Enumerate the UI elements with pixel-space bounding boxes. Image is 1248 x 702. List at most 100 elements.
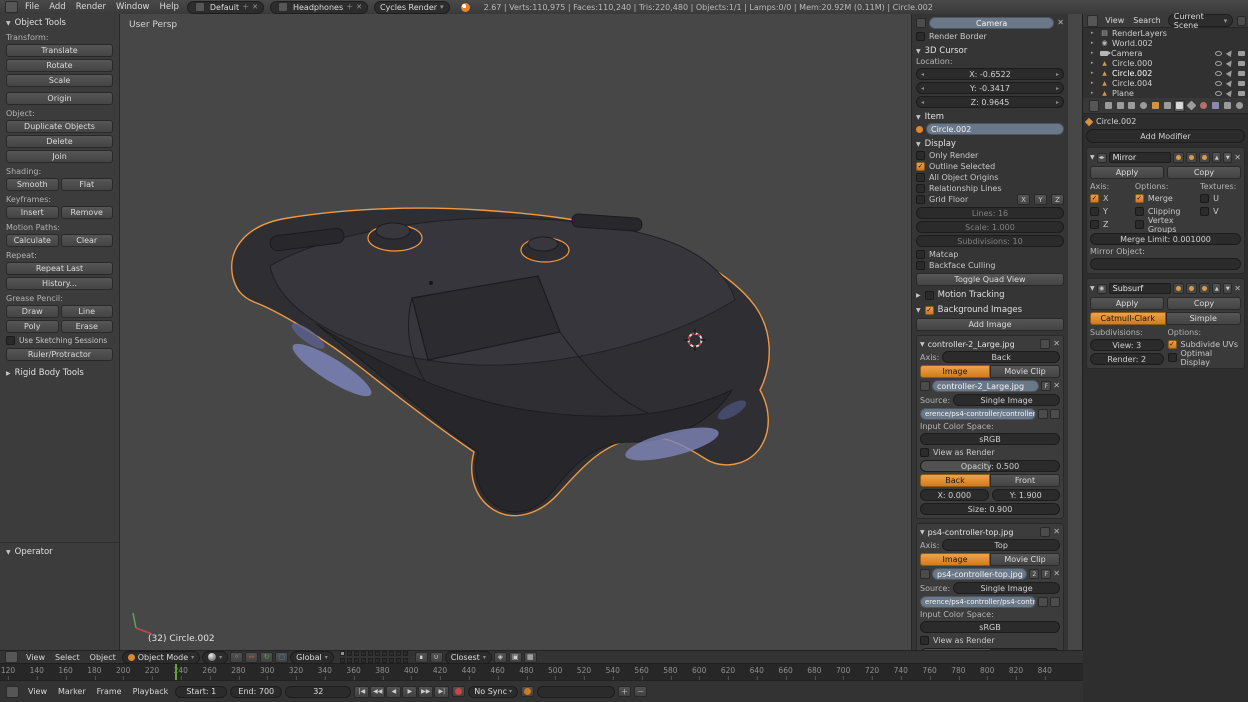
- checkbox-icon[interactable]: [925, 291, 934, 300]
- selectability-cursor-icon[interactable]: [1226, 89, 1234, 97]
- filter-icon[interactable]: [1237, 16, 1246, 26]
- menu-help[interactable]: Help: [154, 0, 183, 14]
- layer-toggle[interactable]: [396, 658, 401, 663]
- checkbox-icon[interactable]: [916, 250, 925, 259]
- ruler-protractor-button[interactable]: Ruler/Protractor: [6, 348, 113, 361]
- move-up-icon[interactable]: ▲: [1212, 283, 1221, 294]
- view-subdivisions-field[interactable]: View: 3: [1090, 339, 1164, 351]
- render-border-row[interactable]: Render Border: [916, 31, 1064, 42]
- timeline-marker-menu[interactable]: Marker: [54, 685, 90, 699]
- timeline-playback-menu[interactable]: Playback: [129, 685, 173, 699]
- layer-toggle[interactable]: [361, 651, 366, 656]
- delete-button[interactable]: Delete: [6, 135, 113, 148]
- layer-toggle[interactable]: [403, 651, 408, 656]
- checkbox-icon[interactable]: [916, 184, 925, 193]
- viewport-3d[interactable]: User Persp (32) Circle.002 Camera ✕ Rend…: [120, 14, 1082, 650]
- viewport-visibility-toggle[interactable]: [1186, 152, 1197, 163]
- snap-magnet-icon[interactable]: ∪: [430, 652, 443, 663]
- start-frame-field[interactable]: Start: 1: [175, 686, 227, 698]
- checkbox-checked-icon[interactable]: [916, 162, 925, 171]
- editor-type-icon[interactable]: [6, 686, 19, 698]
- menu-render[interactable]: Render: [71, 0, 111, 14]
- layer-toggle[interactable]: [382, 651, 387, 656]
- panel-collapse-icon[interactable]: ▼: [916, 141, 921, 148]
- layer-toggle[interactable]: [375, 658, 380, 663]
- checkbox-checked-icon[interactable]: [1135, 194, 1144, 203]
- tab-render-layers-icon[interactable]: [1115, 100, 1125, 112]
- outliner-search-menu[interactable]: Search: [1129, 14, 1164, 28]
- move-down-icon[interactable]: ▼: [1223, 152, 1232, 163]
- image-tab[interactable]: Image: [920, 553, 990, 566]
- scale-button[interactable]: Scale: [6, 74, 113, 87]
- front-toggle[interactable]: Front: [990, 474, 1060, 487]
- gp-draw-button[interactable]: Draw: [6, 305, 59, 318]
- panel-collapse-icon[interactable]: ▼: [6, 549, 11, 556]
- jump-to-end-icon[interactable]: ▶|: [434, 686, 449, 698]
- renderability-camera-icon[interactable]: [1238, 91, 1245, 96]
- catmull-clark-toggle[interactable]: Catmull-Clark: [1090, 312, 1166, 325]
- grid-lines-field[interactable]: Lines: 16: [916, 207, 1064, 219]
- outliner-item-Circle.004[interactable]: ▸Circle.004: [1083, 78, 1248, 88]
- checkbox-icon[interactable]: [920, 448, 929, 457]
- outliner-item-Camera[interactable]: ▸Camera: [1083, 48, 1248, 58]
- remove-keyframe-button[interactable]: Remove: [61, 206, 114, 219]
- editor-type-icon[interactable]: [5, 1, 18, 13]
- panel-collapse-icon[interactable]: ▶: [916, 292, 921, 299]
- merge-row[interactable]: Merge: [1135, 193, 1196, 204]
- delete-modifier-icon[interactable]: ✕: [1234, 285, 1241, 293]
- edit-mode-toggle[interactable]: [1199, 283, 1210, 294]
- mirror-x-row[interactable]: X: [1090, 193, 1131, 204]
- viewport-shading-dropdown[interactable]: ▾: [202, 651, 228, 664]
- selectability-cursor-icon[interactable]: [1226, 79, 1234, 87]
- add-image-button[interactable]: Add Image: [916, 318, 1064, 331]
- colorspace-dropdown[interactable]: sRGB: [920, 433, 1060, 445]
- disclosure-icon[interactable]: ▸: [1091, 60, 1097, 66]
- clear-camera-icon[interactable]: ✕: [1057, 19, 1064, 27]
- all-object-origins-row[interactable]: All Object Origins: [916, 172, 1064, 183]
- checkbox-icon[interactable]: [916, 195, 925, 204]
- mode-dropdown[interactable]: Object Mode ▾: [122, 651, 200, 664]
- visibility-eye-icon[interactable]: [1215, 51, 1222, 56]
- checkbox-icon[interactable]: [920, 636, 929, 645]
- outliner-item-RenderLayers[interactable]: ▸RenderLayers: [1083, 28, 1248, 38]
- layer-toggle[interactable]: [368, 658, 373, 663]
- texture-u-row[interactable]: U: [1200, 193, 1241, 204]
- snap-element-dropdown[interactable]: Closest ▾: [445, 651, 492, 664]
- only-render-row[interactable]: Only Render: [916, 150, 1064, 161]
- keying-set-dropdown[interactable]: [537, 686, 615, 698]
- layer-toggle[interactable]: [389, 658, 394, 663]
- movie-clip-tab[interactable]: Movie Clip: [990, 365, 1060, 378]
- item-name-field[interactable]: Circle.002: [926, 123, 1064, 135]
- edit-mode-toggle[interactable]: [1199, 152, 1210, 163]
- view-as-render-row[interactable]: View as Render: [920, 635, 1060, 646]
- timeline-view-menu[interactable]: View: [24, 685, 51, 699]
- offset-y-field[interactable]: Y: 1.900: [992, 489, 1061, 501]
- axis-dropdown[interactable]: Top: [942, 539, 1060, 551]
- clear-paths-button[interactable]: Clear: [61, 234, 114, 247]
- grid-scale-field[interactable]: Scale: 1.000: [916, 221, 1064, 233]
- checkbox-checked-icon[interactable]: [1168, 340, 1177, 349]
- move-up-icon[interactable]: ▲: [1212, 152, 1221, 163]
- previous-keyframe-icon[interactable]: ◀◀: [370, 686, 385, 698]
- checkbox-icon[interactable]: [1168, 353, 1177, 362]
- layer-toggle[interactable]: [382, 658, 387, 663]
- view-as-render-row[interactable]: View as Render: [920, 447, 1060, 458]
- open-file-icon[interactable]: [1038, 409, 1048, 419]
- repeat-last-button[interactable]: Repeat Last: [6, 262, 113, 275]
- merge-limit-field[interactable]: Merge Limit: 0.001000: [1090, 233, 1241, 245]
- checkbox-icon[interactable]: [1090, 207, 1099, 216]
- gp-poly-button[interactable]: Poly: [6, 320, 59, 333]
- history-button[interactable]: History...: [6, 277, 113, 290]
- apply-button[interactable]: Apply: [1090, 297, 1164, 310]
- selectability-cursor-icon[interactable]: [1226, 49, 1234, 57]
- grid-axis-x-toggle[interactable]: X: [1017, 194, 1030, 205]
- layer-toggle[interactable]: [340, 651, 345, 656]
- panel-collapse-icon[interactable]: ▼: [1090, 154, 1095, 161]
- menu-window[interactable]: Window: [111, 0, 155, 14]
- snap-target-icon[interactable]: ◈: [494, 652, 507, 663]
- mirror-y-row[interactable]: Y: [1090, 206, 1131, 217]
- play-reverse-icon[interactable]: ◀: [386, 686, 401, 698]
- delete-scene-icon[interactable]: ✕: [356, 3, 362, 11]
- outline-selected-row[interactable]: Outline Selected: [916, 161, 1064, 172]
- source-dropdown[interactable]: Single Image: [953, 582, 1060, 594]
